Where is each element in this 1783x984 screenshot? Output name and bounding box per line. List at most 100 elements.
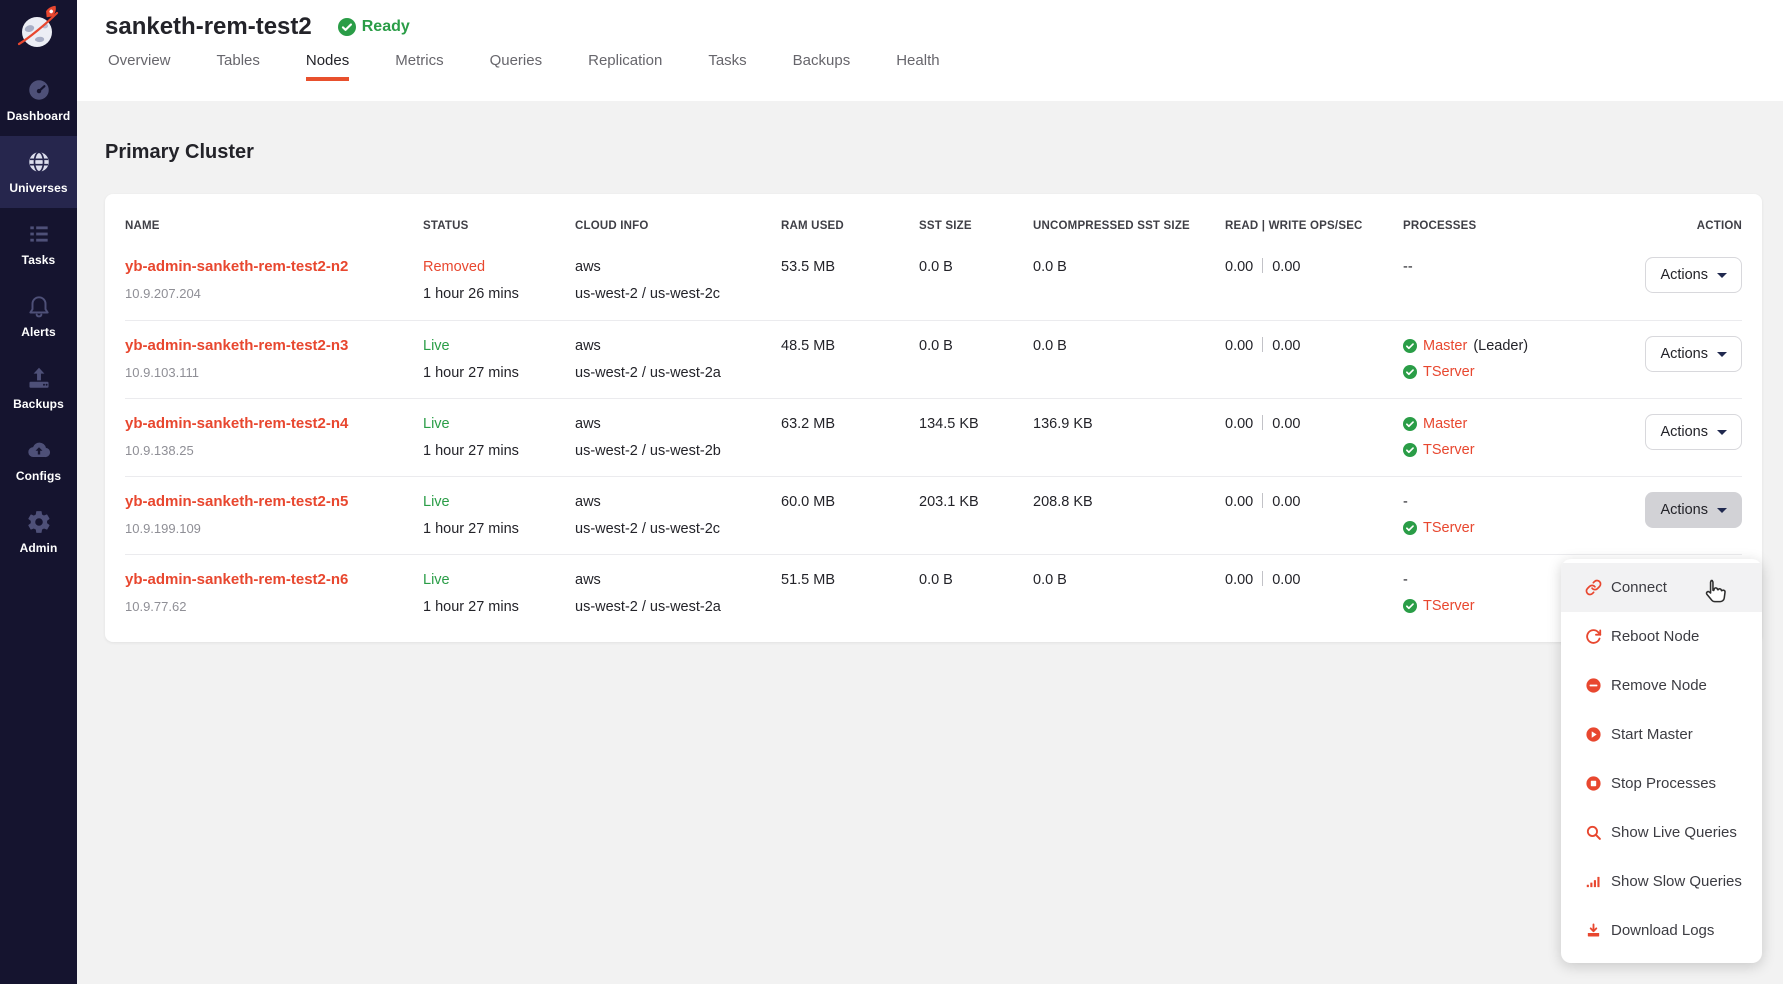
universe-status-badge: Ready (338, 18, 410, 36)
tab-backups[interactable]: Backups (793, 52, 851, 81)
sidebar-item-admin[interactable]: Admin (0, 496, 77, 568)
node-status: Live (423, 570, 565, 590)
actions-button[interactable]: Actions (1645, 414, 1742, 450)
main-area: sanketh-rem-test2 Ready Overview Tables … (77, 0, 1783, 984)
ram-used-value: 53.5 MB (781, 257, 919, 277)
sst-size-value: 0.0 B (919, 570, 1033, 590)
read-ops-value: 0.00 (1225, 259, 1253, 275)
sidebar-item-configs[interactable]: Configs (0, 424, 77, 496)
check-circle-icon (1403, 365, 1417, 379)
column-header-uncompressed-sst-size: UNCOMPRESSED SST SIZE (1033, 220, 1225, 232)
tab-health[interactable]: Health (896, 52, 939, 81)
node-name-link[interactable]: yb-admin-sanketh-rem-test2-n2 (125, 258, 348, 275)
sidebar-item-label: Alerts (21, 325, 56, 339)
sst-size-value: 0.0 B (919, 336, 1033, 356)
check-circle-icon (1403, 599, 1417, 613)
check-circle-icon (1403, 339, 1417, 353)
sidebar-item-backups[interactable]: Backups (0, 352, 77, 424)
tab-tasks[interactable]: Tasks (708, 52, 746, 81)
task-list-icon (26, 221, 52, 247)
node-status: Live (423, 414, 565, 434)
node-uptime: 1 hour 26 mins (423, 284, 565, 304)
column-header-name: NAME (125, 220, 423, 232)
processes-empty: -- (1403, 257, 1631, 277)
menu-item-download-logs[interactable]: Download Logs (1561, 906, 1762, 955)
tab-overview[interactable]: Overview (108, 52, 171, 81)
menu-item-stop-processes[interactable]: Stop Processes (1561, 759, 1762, 808)
uncompressed-sst-value: 0.0 B (1033, 257, 1225, 277)
process-tserver-link[interactable]: TServer (1423, 596, 1475, 616)
backup-upload-icon (26, 365, 52, 391)
actions-button[interactable]: Actions (1645, 336, 1742, 372)
processes-no-master: - (1403, 492, 1631, 512)
process-tserver-link[interactable]: TServer (1423, 440, 1475, 460)
sidebar: Dashboard Universes Tasks (0, 0, 77, 984)
processes-cell: - TServer (1403, 492, 1641, 544)
actions-button[interactable]: Actions (1645, 257, 1742, 293)
sidebar-item-tasks[interactable]: Tasks (0, 208, 77, 280)
menu-item-reboot-node[interactable]: Reboot Node (1561, 612, 1762, 661)
node-status: Live (423, 492, 565, 512)
table-row: yb-admin-sanketh-rem-test2-n2 10.9.207.2… (125, 242, 1742, 320)
sidebar-item-label: Configs (16, 469, 61, 483)
menu-item-start-master[interactable]: Start Master (1561, 710, 1762, 759)
column-header-read-write: READ | WRITE OPS/SEC (1225, 220, 1403, 232)
sidebar-item-dashboard[interactable]: Dashboard (0, 64, 77, 136)
ram-used-value: 51.5 MB (781, 570, 919, 590)
tab-bar: Overview Tables Nodes Metrics Queries Re… (105, 52, 1783, 81)
cloud-region-zone: us-west-2 / us-west-2c (575, 284, 771, 304)
process-tserver-link[interactable]: TServer (1423, 362, 1475, 382)
menu-item-label: Stop Processes (1611, 775, 1716, 792)
node-name-link[interactable]: yb-admin-sanketh-rem-test2-n4 (125, 415, 348, 432)
sidebar-item-label: Universes (9, 181, 67, 195)
menu-item-show-slow-queries[interactable]: Show Slow Queries (1561, 857, 1762, 906)
node-name-link[interactable]: yb-admin-sanketh-rem-test2-n5 (125, 493, 348, 510)
yugabyte-logo[interactable] (0, 0, 77, 64)
pipe-divider (1262, 337, 1263, 352)
sidebar-item-universes[interactable]: Universes (0, 136, 77, 208)
node-ip: 10.9.199.109 (125, 519, 413, 539)
pipe-divider (1262, 415, 1263, 430)
read-ops-value: 0.00 (1225, 572, 1253, 588)
process-tserver-link[interactable]: TServer (1423, 518, 1475, 538)
search-icon (1585, 824, 1602, 841)
sidebar-item-alerts[interactable]: Alerts (0, 280, 77, 352)
menu-item-remove-node[interactable]: Remove Node (1561, 661, 1762, 710)
node-uptime: 1 hour 27 mins (423, 519, 565, 539)
status-badge-label: Ready (362, 18, 410, 36)
cloud-provider: aws (575, 570, 771, 590)
tab-queries[interactable]: Queries (490, 52, 543, 81)
read-write-ops: 0.000.00 (1225, 492, 1403, 512)
cloud-region-zone: us-west-2 / us-west-2a (575, 597, 771, 617)
read-write-ops: 0.000.00 (1225, 414, 1403, 434)
cloud-provider: aws (575, 336, 771, 356)
tab-tables[interactable]: Tables (217, 52, 260, 81)
menu-item-show-live-queries[interactable]: Show Live Queries (1561, 808, 1762, 857)
node-name-link[interactable]: yb-admin-sanketh-rem-test2-n3 (125, 337, 348, 354)
ram-used-value: 63.2 MB (781, 414, 919, 434)
sidebar-item-label: Dashboard (7, 109, 71, 123)
check-circle-icon (1403, 417, 1417, 431)
check-circle-icon (338, 18, 356, 36)
tab-nodes[interactable]: Nodes (306, 52, 349, 81)
section-title: Primary Cluster (105, 141, 1783, 164)
actions-button-label: Actions (1660, 502, 1708, 518)
actions-button-label: Actions (1660, 267, 1708, 283)
column-header-status: STATUS (423, 220, 575, 232)
tab-metrics[interactable]: Metrics (395, 52, 443, 81)
column-header-action: ACTION (1697, 220, 1742, 232)
actions-button-open[interactable]: Actions (1645, 492, 1742, 528)
minus-circle-icon (1585, 677, 1602, 694)
column-header-ram-used: RAM USED (781, 220, 919, 232)
menu-item-label: Show Live Queries (1611, 824, 1737, 841)
process-master-link[interactable]: Master (1423, 414, 1467, 434)
caret-down-icon (1717, 430, 1727, 435)
tab-replication[interactable]: Replication (588, 52, 662, 81)
node-name-link[interactable]: yb-admin-sanketh-rem-test2-n6 (125, 571, 348, 588)
menu-item-connect[interactable]: Connect (1561, 563, 1762, 612)
sidebar-item-label: Backups (13, 397, 64, 411)
ram-used-value: 60.0 MB (781, 492, 919, 512)
processes-cell: Master (Leader) TServer (1403, 336, 1641, 388)
play-circle-icon (1585, 726, 1602, 743)
process-master-link[interactable]: Master (1423, 336, 1467, 356)
